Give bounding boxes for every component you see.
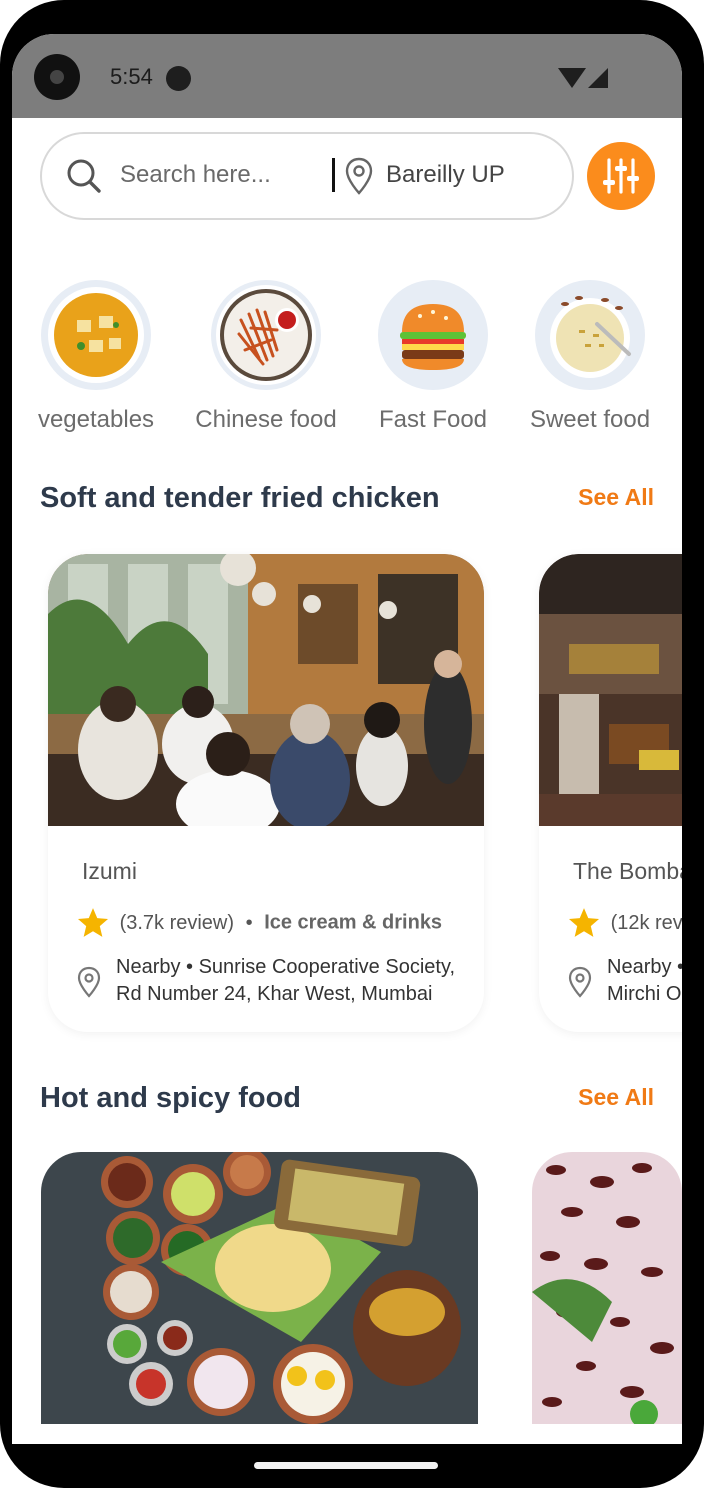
category-label: Sweet food — [529, 406, 651, 433]
category-fast-food[interactable]: Fast Food — [358, 280, 508, 434]
address-line: Nearby • Sunrise Cooperative Society, — [116, 956, 456, 978]
spicy-food-photo — [41, 1152, 478, 1424]
see-all-link[interactable]: See All — [578, 484, 654, 511]
wifi-icon — [558, 68, 586, 88]
filter-sliders-icon — [603, 158, 639, 194]
section-title: Hot and spicy food — [40, 1082, 301, 1114]
home-content: Search here... Bareilly UP vegetables Ch… — [12, 118, 682, 1444]
food-card[interactable] — [41, 1152, 478, 1424]
front-camera — [34, 54, 80, 100]
status-time: 5:54 — [110, 64, 153, 89]
notification-dot-icon — [166, 66, 191, 91]
category-vegetables[interactable]: vegetables — [21, 280, 171, 434]
restaurant-name: Izumi — [82, 858, 137, 884]
vegetable-curry-icon — [41, 280, 151, 390]
search-bar[interactable]: Search here... Bareilly UP — [40, 132, 574, 220]
category-label: Chinese food — [195, 406, 337, 433]
sweet-dessert-icon — [535, 280, 645, 390]
search-icon — [67, 159, 101, 193]
location-pin-icon — [345, 157, 373, 195]
search-input[interactable]: Search here... — [120, 161, 271, 189]
review-count: (12k rev — [610, 911, 682, 934]
restaurant-name: The Bomba — [573, 858, 682, 884]
location-selector[interactable]: Bareilly UP — [386, 161, 505, 189]
star-icon — [77, 908, 109, 937]
separator-dot: • — [245, 911, 253, 934]
category-sweet-food[interactable]: Sweet food — [515, 280, 665, 434]
restaurant-rating: (3.7k review) • Ice cream & drinks — [76, 906, 442, 940]
filter-button[interactable] — [587, 142, 655, 210]
star-icon — [568, 908, 600, 937]
burger-icon — [378, 280, 488, 390]
food-card[interactable] — [532, 1152, 682, 1424]
address-line: Rd Number 24, Khar West, Mumbai — [116, 983, 433, 1005]
section-title: Soft and tender fried chicken — [40, 482, 440, 514]
search-divider — [332, 158, 335, 192]
restaurant-photo — [539, 554, 682, 826]
signal-icon — [588, 68, 608, 88]
restaurant-rating: (12k rev — [567, 906, 682, 940]
location-pin-icon — [568, 966, 592, 998]
screen: 5:54 Search here... Bareilly UP vegetabl… — [12, 34, 682, 1444]
address-line: Nearby • — [607, 956, 682, 978]
restaurant-photo — [48, 554, 484, 826]
restaurant-address: Nearby • Sunrise Cooperative Society, Rd… — [116, 954, 476, 1008]
category-label: vegetables — [37, 406, 155, 433]
see-all-link[interactable]: See All — [578, 1084, 654, 1111]
restaurant-card[interactable]: The Bomba (12k rev Nearby • Mirchi O — [539, 554, 682, 1032]
noodles-plate-icon — [211, 280, 321, 390]
location-pin-icon — [77, 966, 101, 998]
review-count: (3.7k review) — [119, 911, 235, 934]
restaurant-category: Ice cream & drinks — [264, 911, 443, 934]
spicy-food-photo — [532, 1152, 682, 1424]
device-frame: 5:54 Search here... Bareilly UP vegetabl… — [0, 0, 704, 1488]
restaurant-address: Nearby • Mirchi O — [607, 954, 682, 1008]
home-indicator[interactable] — [254, 1462, 438, 1469]
address-line: Mirchi O — [607, 983, 682, 1005]
restaurant-card[interactable]: Izumi (3.7k review) • Ice cream & drinks… — [48, 554, 484, 1032]
category-label: Fast Food — [378, 406, 488, 433]
category-chinese-food[interactable]: Chinese food — [191, 280, 341, 434]
status-bar: 5:54 — [12, 34, 682, 118]
